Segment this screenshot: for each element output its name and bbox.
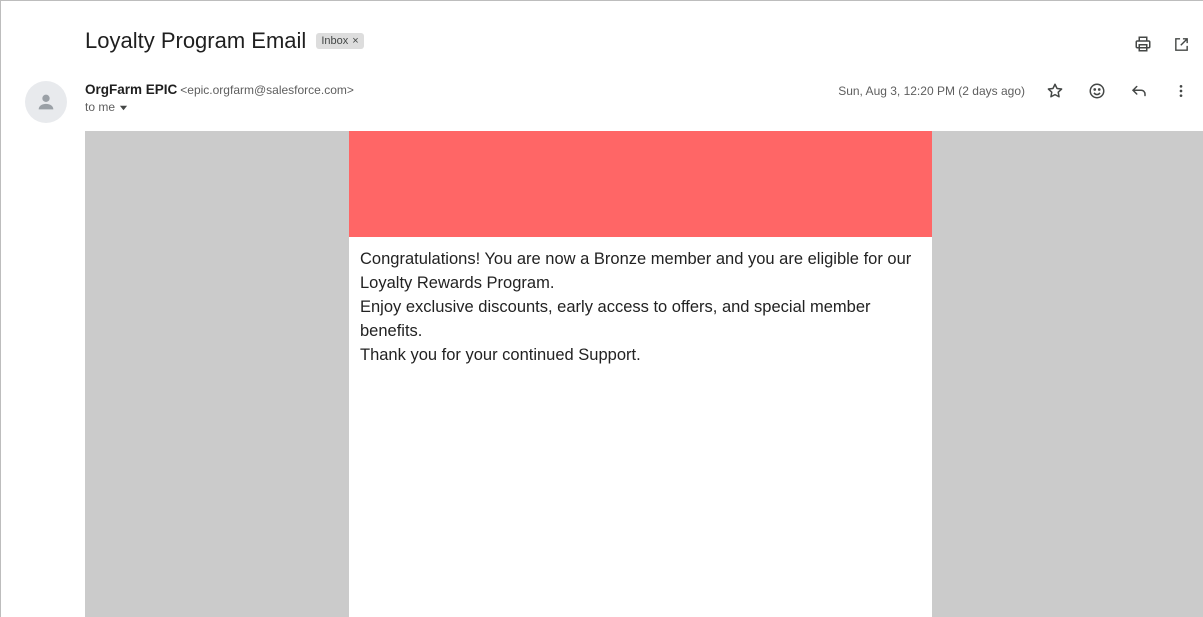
sender-avatar [25,81,67,123]
message-line-thanks: Thank you for your continued Support. [360,346,641,364]
emoji-icon[interactable] [1087,81,1107,101]
sender-line: OrgFarm EPIC <epic.orgfarm@salesforce.com… [85,82,354,97]
email-message: Congratulations! You are now a Bronze me… [349,237,932,377]
inbox-label-chip: Inbox × [316,33,364,49]
remove-label-button[interactable]: × [352,35,358,47]
print-icon[interactable] [1133,34,1153,54]
to-line-text: to me [85,100,116,114]
subject-row: Loyalty Program Email Inbox × [85,28,364,54]
message-actions [1045,81,1191,101]
label-text: Inbox [321,35,349,47]
caret-down-icon [119,105,128,110]
email-view: Loyalty Program Email Inbox × OrgFarm EP… [0,0,1203,617]
sender-block: OrgFarm EPIC <epic.orgfarm@salesforce.com… [85,82,354,114]
more-vertical-icon[interactable] [1171,81,1191,101]
sender-email: <epic.orgfarm@salesforce.com> [180,83,354,97]
email-date: Sun, Aug 3, 12:20 PM (2 days ago) [838,84,1025,98]
email-banner [349,131,932,237]
message-line-congratulations: Congratulations! You are now a Bronze me… [360,250,912,292]
email-subject: Loyalty Program Email [85,28,307,53]
sender-name[interactable]: OrgFarm EPIC [85,82,177,97]
message-line-benefits: Enjoy exclusive discounts, early access … [360,298,871,340]
open-in-new-window-icon[interactable] [1171,34,1191,54]
message-meta: Sun, Aug 3, 12:20 PM (2 days ago) [838,81,1191,101]
person-icon [38,94,54,110]
email-content-card: Congratulations! You are now a Bronze me… [349,131,932,617]
reply-icon[interactable] [1129,81,1149,101]
email-body-background: Congratulations! You are now a Bronze me… [85,131,1203,617]
top-actions [1133,34,1191,54]
star-icon[interactable] [1045,81,1065,101]
recipient-details-toggle[interactable]: to me [85,100,354,114]
